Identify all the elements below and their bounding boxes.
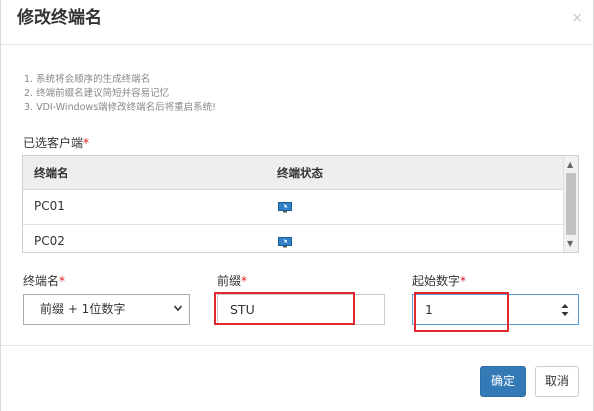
terminal-name-cell: PC02 [34,234,65,248]
scroll-down-icon[interactable]: ▼ [567,239,573,248]
prefix-label: 前缀* [217,272,247,289]
rename-terminal-dialog: 修改终端名 × 1. 系统将会顺序的生成终端名 2. 终端前缀名建议简短并容易记… [0,0,594,411]
required-mark: * [460,274,467,288]
selected-clients-text: 已选客户端 [23,136,84,150]
clients-table: 终端名 终端状态 PC01 PC02 ▲ ▼ [22,155,579,253]
terminal-name-select[interactable]: 前缀 + 1位数字 [23,294,190,325]
table-row[interactable]: PC01 [23,190,563,225]
confirm-button[interactable]: 确定 [480,366,526,397]
table-scrollbar[interactable]: ▲ ▼ [563,156,578,252]
note-item: 1. 系统将会顺序的生成终端名 [24,74,151,85]
start-number-label: 起始数字* [412,272,466,289]
scroll-up-icon[interactable]: ▲ [567,160,573,169]
prefix-label-text: 前缀 [217,274,242,288]
terminal-name-cell: PC01 [34,199,65,213]
column-header-status: 终端状态 [277,166,323,180]
terminal-name-label: 终端名* [23,272,65,289]
required-mark: * [59,274,66,288]
highlight-box [414,292,509,332]
monitor-online-icon [278,237,292,248]
dialog-title: 修改终端名 [17,8,102,28]
column-header-name: 终端名 [34,166,69,180]
required-mark: * [83,136,90,150]
chevron-down-icon [173,305,183,312]
note-item: 3. VDI-Windows端修改终端名后将重启系统! [24,102,216,113]
table-header: 终端名 终端状态 [23,156,563,190]
highlight-box [214,292,355,325]
cancel-button[interactable]: 取消 [535,366,579,397]
start-number-label-text: 起始数字 [412,274,461,288]
scrollbar-thumb[interactable] [566,173,576,235]
dialog-header: 修改终端名 × [1,0,594,45]
table-row[interactable]: PC02 [23,225,563,252]
required-mark: * [241,274,248,288]
close-icon[interactable]: × [571,10,583,26]
selected-clients-label: 已选客户端* [23,134,89,151]
notes-list: 1. 系统将会顺序的生成终端名 2. 终端前缀名建议简短并容易记忆 3. VDI… [24,73,216,115]
monitor-online-icon [278,202,292,213]
note-item: 2. 终端前缀名建议简短并容易记忆 [24,88,170,99]
terminal-name-select-value: 前缀 + 1位数字 [40,302,126,316]
terminal-name-label-text: 终端名 [23,274,60,288]
footer-divider [1,345,594,346]
number-spinner-icon[interactable] [560,301,570,319]
